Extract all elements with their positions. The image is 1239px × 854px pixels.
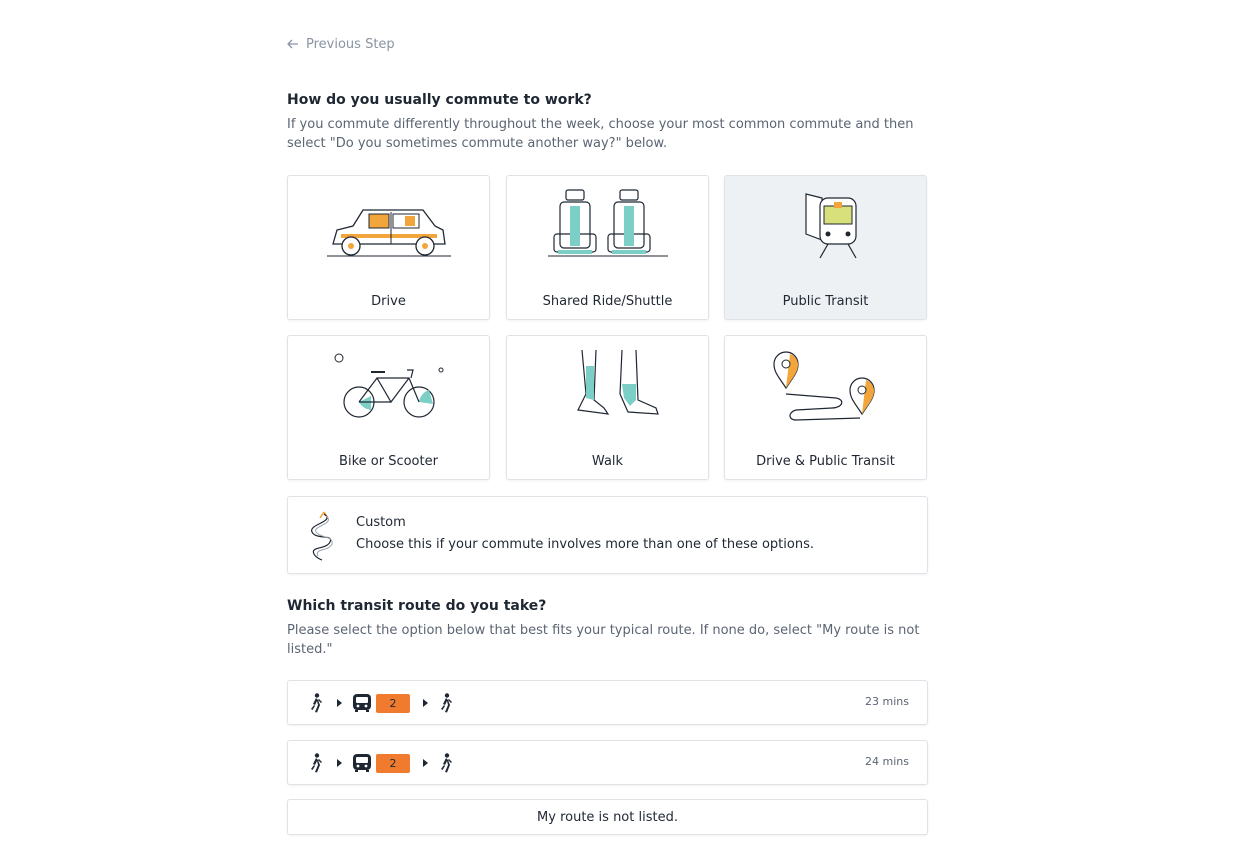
bicycle-icon (334, 353, 443, 418)
walk-icon (441, 753, 452, 773)
option-label: Drive & Public Transit (756, 454, 895, 469)
previous-step-label: Previous Step (306, 36, 395, 52)
train-icon (804, 193, 857, 259)
bus-route-badge: 2 (376, 693, 410, 713)
caret-right-icon (423, 759, 428, 767)
option-label: Drive (371, 294, 406, 309)
route-not-listed-button[interactable]: My route is not listed. (287, 799, 928, 835)
winding-path-icon (311, 511, 333, 561)
walk-icon (311, 693, 322, 713)
option-label: Bike or Scooter (339, 454, 438, 469)
option-custom[interactable]: Custom Choose this if your commute invol… (287, 496, 928, 574)
custom-option-title: Custom (356, 515, 406, 530)
option-shared-ride[interactable]: Shared Ride/Shuttle (506, 175, 709, 320)
walk-icon (311, 753, 322, 773)
commute-question-description: If you commute differently throughout th… (287, 117, 914, 151)
car-icon (326, 209, 451, 257)
route-option-2[interactable]: 2 24 mins (287, 740, 928, 785)
route-pins-icon (772, 351, 875, 421)
previous-step-link[interactable]: Previous Step (286, 34, 395, 54)
option-public-transit[interactable]: Public Transit (724, 175, 927, 320)
route-option-1[interactable]: 2 23 mins (287, 680, 928, 725)
bus-route-badge: 2 (376, 753, 410, 773)
transit-route-question-title: Which transit route do you take? (287, 598, 547, 614)
caret-right-icon (423, 699, 428, 707)
option-walk[interactable]: Walk (506, 335, 709, 480)
route-duration: 23 mins (865, 695, 909, 708)
route-steps: 2 (308, 692, 454, 714)
option-drive-public-transit[interactable]: Drive & Public Transit (724, 335, 927, 480)
option-label: Shared Ride/Shuttle (542, 294, 673, 309)
caret-right-icon (337, 699, 342, 707)
walking-legs-icon (576, 349, 659, 415)
bus-icon (353, 754, 371, 772)
seats-icon (547, 189, 668, 257)
option-bike-scooter[interactable]: Bike or Scooter (287, 335, 490, 480)
transit-route-question-description: Please select the option below that best… (287, 623, 920, 657)
custom-option-description: Choose this if your commute involves mor… (356, 537, 814, 552)
option-label: Public Transit (782, 294, 869, 309)
arrow-left-icon (287, 39, 298, 49)
bus-icon (353, 694, 371, 712)
option-drive[interactable]: Drive (287, 175, 490, 320)
route-duration: 24 mins (865, 755, 909, 768)
caret-right-icon (337, 759, 342, 767)
route-steps: 2 (308, 752, 454, 774)
commute-question-title: How do you usually commute to work? (287, 92, 592, 108)
option-label: Walk (591, 454, 624, 469)
walk-icon (441, 693, 452, 713)
